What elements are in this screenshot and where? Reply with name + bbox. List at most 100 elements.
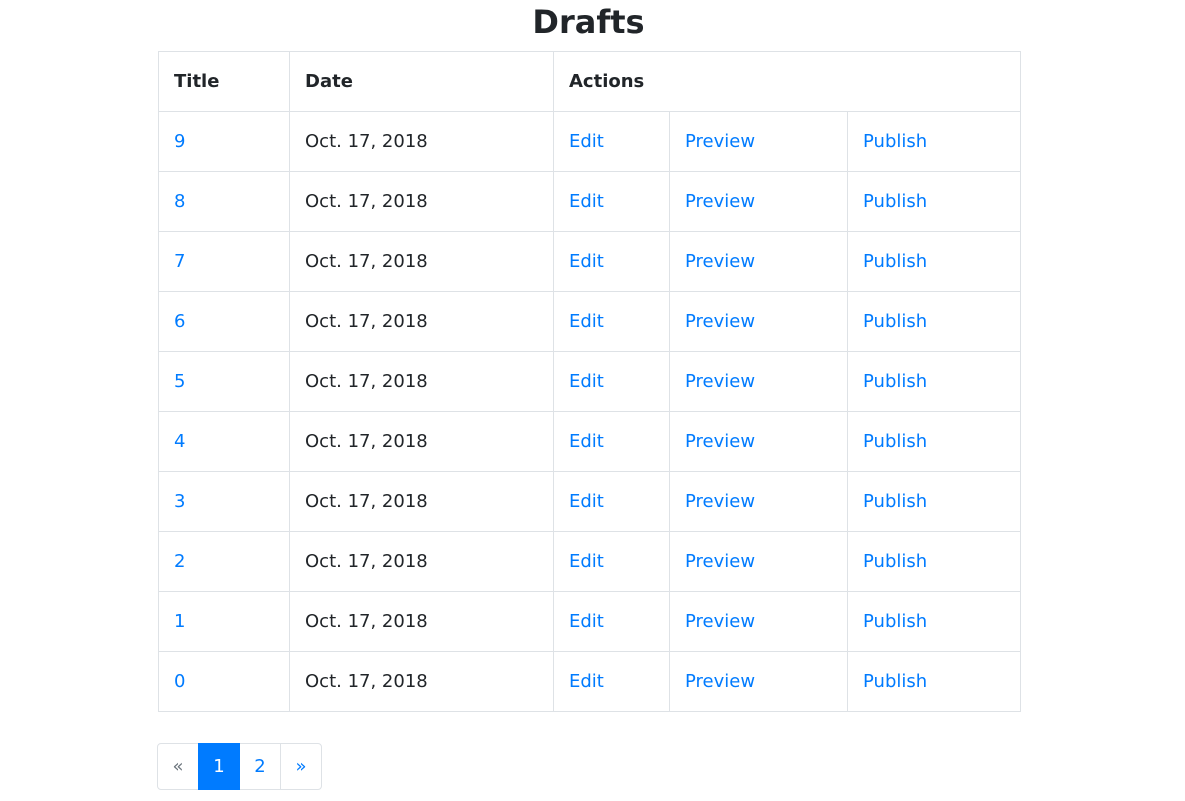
edit-cell: Edit: [553, 591, 670, 652]
draft-title-link[interactable]: 1: [174, 611, 185, 632]
preview-link[interactable]: Preview: [685, 671, 755, 692]
draft-title-link[interactable]: 6: [174, 311, 185, 332]
draft-title-link[interactable]: 7: [174, 251, 185, 272]
draft-title-link[interactable]: 3: [174, 491, 185, 512]
publish-cell: Publish: [846, 591, 1022, 652]
preview-cell: Preview: [669, 471, 848, 532]
preview-cell: Preview: [669, 651, 848, 712]
preview-cell: Preview: [669, 591, 848, 652]
next-page-button[interactable]: »: [280, 743, 322, 790]
edit-link[interactable]: Edit: [569, 311, 604, 332]
draft-title-link[interactable]: 9: [174, 131, 185, 152]
publish-link[interactable]: Publish: [863, 611, 927, 632]
date-cell: Oct. 17, 2018: [289, 411, 554, 472]
edit-cell: Edit: [553, 291, 670, 352]
edit-cell: Edit: [553, 651, 670, 712]
preview-cell: Preview: [669, 291, 848, 352]
publish-cell: Publish: [846, 531, 1022, 592]
publish-link[interactable]: Publish: [863, 131, 927, 152]
page-2-button[interactable]: 2: [239, 743, 281, 790]
preview-link[interactable]: Preview: [685, 431, 755, 452]
preview-cell: Preview: [669, 111, 848, 172]
edit-link[interactable]: Edit: [569, 611, 604, 632]
edit-link[interactable]: Edit: [569, 671, 604, 692]
table-row: 8 Oct. 17, 2018 Edit Preview Publish: [158, 171, 1022, 232]
column-header-date: Date: [289, 51, 554, 112]
title-cell: 1: [158, 591, 290, 652]
drafts-table: Title Date Actions 9 Oct. 17, 2018 Edit …: [158, 51, 1022, 712]
draft-title-link[interactable]: 5: [174, 371, 185, 392]
edit-cell: Edit: [553, 411, 670, 472]
title-cell: 6: [158, 291, 290, 352]
date-cell: Oct. 17, 2018: [289, 351, 554, 412]
title-cell: 8: [158, 171, 290, 232]
table-row: 1 Oct. 17, 2018 Edit Preview Publish: [158, 591, 1022, 652]
table-row: 5 Oct. 17, 2018 Edit Preview Publish: [158, 351, 1022, 412]
pagination: « 1 2 »: [157, 743, 322, 790]
table-row: 3 Oct. 17, 2018 Edit Preview Publish: [158, 471, 1022, 532]
column-header-actions: Actions: [552, 51, 1022, 112]
previous-page-button[interactable]: «: [157, 743, 199, 790]
edit-link[interactable]: Edit: [569, 131, 604, 152]
publish-cell: Publish: [846, 351, 1022, 412]
draft-title-link[interactable]: 4: [174, 431, 185, 452]
preview-link[interactable]: Preview: [685, 311, 755, 332]
table-row: 7 Oct. 17, 2018 Edit Preview Publish: [158, 231, 1022, 292]
edit-cell: Edit: [553, 111, 670, 172]
edit-link[interactable]: Edit: [569, 251, 604, 272]
edit-link[interactable]: Edit: [569, 491, 604, 512]
edit-cell: Edit: [553, 471, 670, 532]
title-cell: 4: [158, 411, 290, 472]
publish-cell: Publish: [846, 471, 1022, 532]
publish-link[interactable]: Publish: [863, 251, 927, 272]
edit-cell: Edit: [553, 231, 670, 292]
draft-title-link[interactable]: 8: [174, 191, 185, 212]
draft-title-link[interactable]: 2: [174, 551, 185, 572]
column-header-title: Title: [158, 51, 290, 112]
date-cell: Oct. 17, 2018: [289, 591, 554, 652]
publish-link[interactable]: Publish: [863, 491, 927, 512]
title-cell: 0: [158, 651, 290, 712]
preview-link[interactable]: Preview: [685, 191, 755, 212]
date-cell: Oct. 17, 2018: [289, 231, 554, 292]
publish-link[interactable]: Publish: [863, 551, 927, 572]
preview-link[interactable]: Preview: [685, 491, 755, 512]
preview-cell: Preview: [669, 411, 848, 472]
preview-cell: Preview: [669, 171, 848, 232]
date-cell: Oct. 17, 2018: [289, 651, 554, 712]
preview-link[interactable]: Preview: [685, 611, 755, 632]
publish-link[interactable]: Publish: [863, 671, 927, 692]
preview-link[interactable]: Preview: [685, 551, 755, 572]
title-cell: 7: [158, 231, 290, 292]
preview-cell: Preview: [669, 351, 848, 412]
edit-link[interactable]: Edit: [569, 371, 604, 392]
publish-link[interactable]: Publish: [863, 431, 927, 452]
table-header-row: Title Date Actions: [158, 51, 1022, 112]
publish-link[interactable]: Publish: [863, 191, 927, 212]
publish-cell: Publish: [846, 291, 1022, 352]
preview-link[interactable]: Preview: [685, 251, 755, 272]
preview-link[interactable]: Preview: [685, 371, 755, 392]
publish-cell: Publish: [846, 231, 1022, 292]
publish-link[interactable]: Publish: [863, 311, 927, 332]
edit-link[interactable]: Edit: [569, 431, 604, 452]
page-1-button[interactable]: 1: [198, 743, 240, 790]
preview-cell: Preview: [669, 531, 848, 592]
table-row: 6 Oct. 17, 2018 Edit Preview Publish: [158, 291, 1022, 352]
edit-cell: Edit: [553, 531, 670, 592]
table-row: 0 Oct. 17, 2018 Edit Preview Publish: [158, 651, 1022, 712]
table-row: 9 Oct. 17, 2018 Edit Preview Publish: [158, 111, 1022, 172]
title-cell: 5: [158, 351, 290, 412]
publish-cell: Publish: [846, 651, 1022, 712]
date-cell: Oct. 17, 2018: [289, 111, 554, 172]
date-cell: Oct. 17, 2018: [289, 291, 554, 352]
publish-link[interactable]: Publish: [863, 371, 927, 392]
date-cell: Oct. 17, 2018: [289, 531, 554, 592]
edit-link[interactable]: Edit: [569, 551, 604, 572]
preview-link[interactable]: Preview: [685, 131, 755, 152]
page-title: Drafts: [532, 3, 645, 41]
edit-cell: Edit: [553, 171, 670, 232]
edit-cell: Edit: [553, 351, 670, 412]
draft-title-link[interactable]: 0: [174, 671, 185, 692]
edit-link[interactable]: Edit: [569, 191, 604, 212]
